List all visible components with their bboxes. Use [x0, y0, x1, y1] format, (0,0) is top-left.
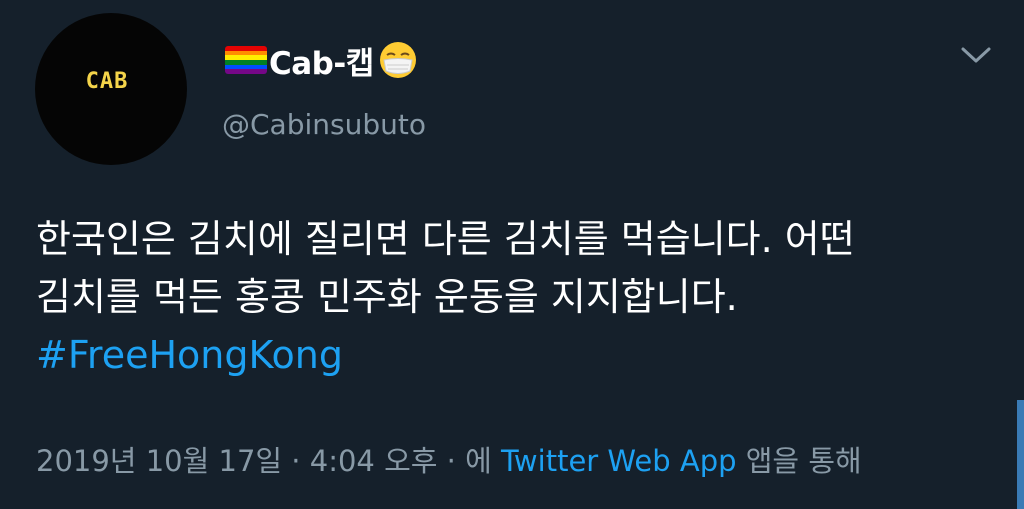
user-name-row[interactable]: Cab-캡	[225, 38, 418, 82]
chevron-down-icon[interactable]	[958, 40, 994, 70]
meta-suffix: 앱을 통해	[736, 444, 862, 478]
scrollbar[interactable]	[1017, 400, 1024, 509]
source-app-link[interactable]: Twitter Web App	[501, 444, 737, 478]
tweet-date[interactable]: 2019년 10월 17일	[36, 444, 282, 478]
tweet-time[interactable]: 4:04 오후	[310, 444, 438, 478]
tweet-line-2: 김치를 먹든 홍콩 민주화 운동을 지지합니다.	[36, 275, 738, 319]
face-with-medical-mask-icon	[379, 42, 416, 78]
meta-separator: ·	[282, 444, 310, 478]
tweet-text: 한국인은 김치에 질리면 다른 김치를 먹습니다. 어떤 김치를 먹든 홍콩 민…	[36, 210, 996, 384]
hashtag-link[interactable]: #FreeHongKong	[36, 326, 996, 384]
avatar-text: CAB	[85, 68, 129, 94]
tweet-line-1: 한국인은 김치에 질리면 다른 김치를 먹습니다. 어떤	[36, 217, 855, 261]
tweet-meta: 2019년 10월 17일 · 4:04 오후 · 에 Twitter Web …	[36, 438, 862, 480]
rainbow-flag-icon	[225, 46, 267, 74]
display-name: Cab-캡	[269, 45, 374, 82]
user-handle[interactable]: @Cabinsubuto	[222, 108, 426, 141]
meta-separator-via: · 에	[437, 444, 502, 478]
avatar[interactable]: CAB	[35, 13, 187, 165]
